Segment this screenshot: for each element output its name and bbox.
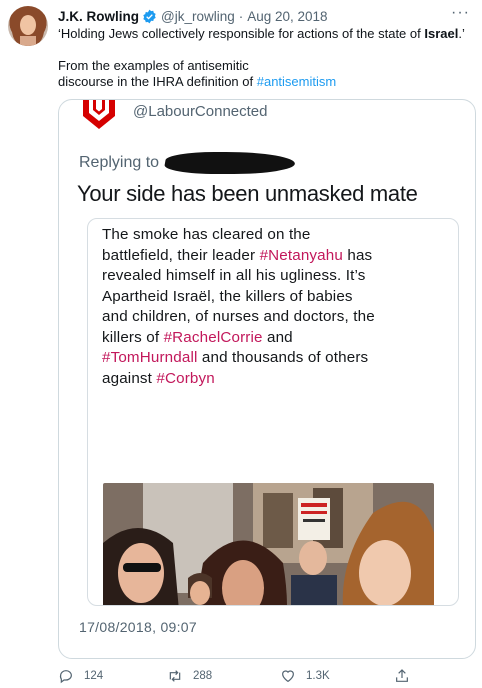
quote-line-8: against #Corbyn — [102, 369, 452, 390]
hashtag-link[interactable]: #antisemitism — [257, 74, 336, 89]
labour-connected-logo-icon — [83, 100, 115, 129]
more-options-icon[interactable]: ··· — [451, 4, 470, 22]
embedded-tweet-text: Your side has been unmasked mate — [77, 181, 418, 206]
reply-icon — [59, 670, 72, 684]
embedded-quote-card: The smoke has cleared on the battlefield… — [87, 218, 459, 606]
retweet-count: 288 — [193, 670, 213, 682]
body-line-1: From the examples of antisemitic — [58, 58, 249, 73]
retweet-button[interactable]: 288 — [167, 668, 212, 684]
embedded-handle: @LabourConnected — [133, 103, 268, 120]
heart-icon — [282, 670, 294, 683]
verified-badge-icon — [143, 9, 156, 23]
hashtag-tomhurndall: #TomHurndall — [102, 349, 198, 366]
author-handle[interactable]: @jk_rowling — [161, 9, 235, 24]
quote-line-2b: has — [342, 246, 373, 264]
hashtag-netanyahu: #Netanyahu — [259, 246, 343, 264]
quote-line-3: revealed himself in all his ugliness. It… — [102, 267, 366, 284]
quote-line-7b: and thousands of others — [197, 349, 369, 366]
reply-button[interactable]: 124 — [58, 668, 103, 684]
quote-line-6b: and — [262, 328, 293, 346]
quote-line-2a: battlefield, their leader — [102, 246, 260, 264]
hashtag-corbyn: #Corbyn — [156, 369, 215, 387]
quote-line-4: Apartheid Israël, the killers of babies — [102, 287, 353, 305]
redaction-scribble — [163, 152, 297, 174]
share-icon — [396, 669, 408, 682]
tweet-text-quote: ‘Holding Jews collectively responsible f… — [58, 25, 468, 42]
reply-count: 124 — [84, 670, 104, 682]
retweet-icon — [169, 670, 181, 682]
replying-to: Replying to — [79, 152, 297, 174]
hashtag-rachelcorrie: #RachelCorrie — [163, 328, 263, 346]
quote-line-7: #TomHurndall and thousands of others — [102, 348, 452, 369]
quote-line-1: The smoke has cleared on the — [102, 226, 311, 243]
like-count: 1.3K — [306, 670, 330, 682]
tweet: J.K. Rowling @jk_rowling · Aug 20, 2018 … — [0, 0, 482, 688]
embedded-timestamp: 17/08/2018, 09:07 — [79, 619, 197, 635]
replying-to-label: Replying to — [79, 154, 160, 171]
share-button[interactable] — [394, 668, 420, 684]
quote-line-2: battlefield, their leader #Netanyahu has — [102, 246, 452, 267]
author-name[interactable]: J.K. Rowling — [58, 9, 139, 24]
tweet-text-body: From the examples of antisemitic discour… — [58, 58, 358, 90]
separator: · — [238, 8, 244, 24]
body-line-2: discourse in the IHRA definition of #ant… — [58, 74, 358, 90]
quote-line-6: killers of #RachelCorrie and — [102, 328, 452, 349]
quote-line-8a: against — [102, 369, 157, 387]
crowd-photo — [103, 483, 434, 605]
avatar[interactable] — [8, 6, 48, 46]
quote-card-text: The smoke has cleared on the battlefield… — [102, 225, 452, 389]
tweet-date[interactable]: Aug 20, 2018 — [247, 9, 327, 24]
quote-line: ‘Holding Jews collectively responsible f… — [58, 26, 425, 41]
action-bar: 124 288 1.3K — [58, 668, 468, 686]
quote-line-6a: killers of — [102, 328, 164, 346]
quote-line-5: and children, of nurses and doctors, the — [102, 308, 375, 325]
like-button[interactable]: 1.3K — [280, 668, 330, 684]
body-line-2-text: discourse in the IHRA definition of — [58, 74, 257, 89]
quote-bold-word: Israel — [424, 26, 459, 41]
quote-end: .’ — [458, 26, 465, 41]
tweet-header: J.K. Rowling @jk_rowling · Aug 20, 2018 — [58, 7, 328, 25]
embedded-screenshot[interactable]: @LabourConnected Replying to Your side h… — [58, 99, 476, 659]
